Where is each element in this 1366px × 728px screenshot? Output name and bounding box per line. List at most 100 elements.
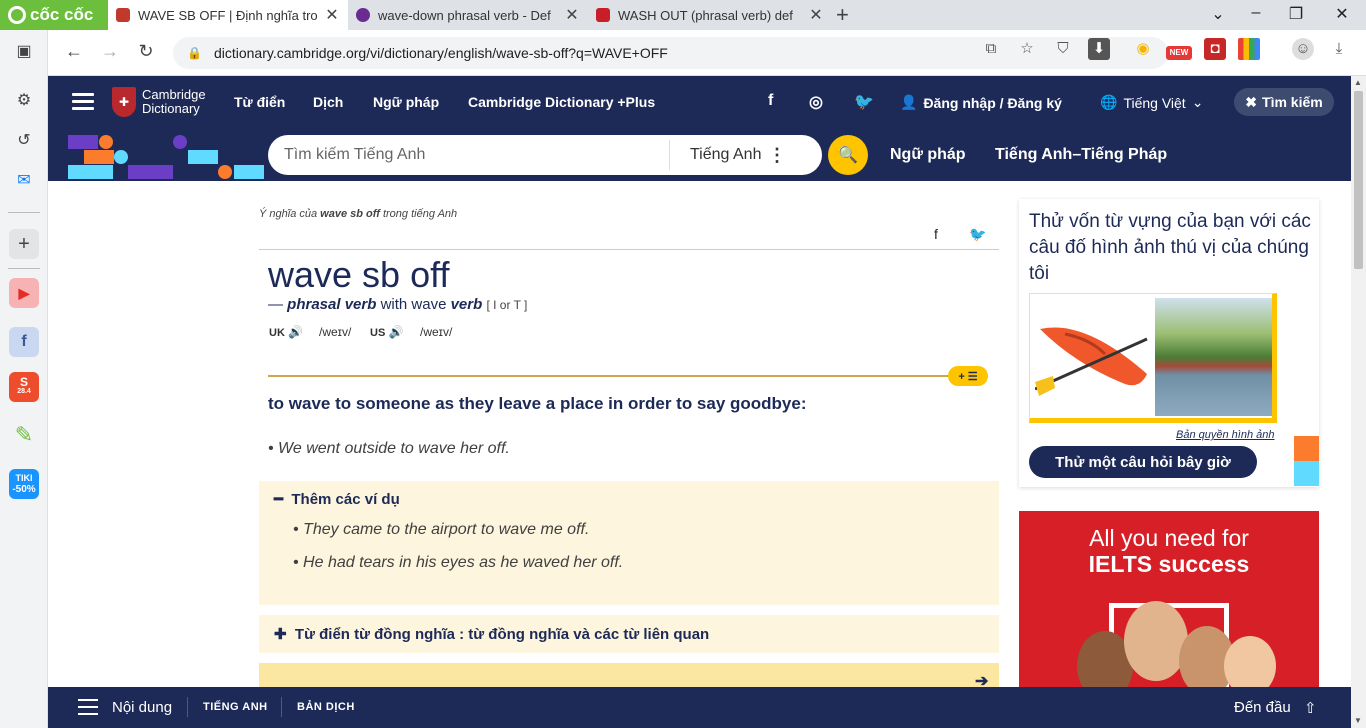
close-tab-icon[interactable]: ✕ [564,5,580,25]
maximize-icon[interactable]: ❐ [1286,4,1306,24]
page-scrollbar[interactable]: ▲ ▼ [1351,76,1366,728]
coccoc-dictionary-icon[interactable]: ✎ [9,420,39,450]
next-section-box[interactable] [259,663,999,687]
quiz-text: Thử vốn từ vựng của bạn với các câu đố h… [1029,211,1311,284]
facebook-icon[interactable]: f [768,92,773,110]
profile-avatar-icon[interactable]: ☺ [1292,38,1314,60]
nav-grammar[interactable]: Ngữ pháp [373,94,439,110]
pos-with: with wave [380,296,447,313]
back-arrow-icon[interactable]: ← [62,41,86,62]
coccoc-brand[interactable]: cốc cốc [0,0,108,30]
close-tab-icon[interactable]: ✕ [808,5,824,25]
red-ext-icon[interactable]: ◘ [1204,38,1226,60]
bottom-nav-bar: Nội dung TIẾNG ANH BẢN DỊCH Đến đầu ⇧ [48,687,1351,728]
cambridge-logo[interactable]: ✚ Cambridge Dictionary [112,87,206,117]
scroll-up-icon[interactable]: ▲ [1354,78,1362,87]
pos-label[interactable]: phrasal verb [287,296,376,313]
close-window-icon[interactable]: ✕ [1332,4,1352,24]
nav-plus[interactable]: Cambridge Dictionary +Plus [468,94,655,110]
language-selector[interactable]: 🌐 Tiếng Việt ⌄ [1100,94,1203,111]
ielts-ad[interactable]: All you need for IELTS success [1019,511,1319,687]
search-toggle-button[interactable]: ✖ Tìm kiếm [1234,88,1334,116]
tab-search-icon[interactable]: ⌄ [1208,4,1228,24]
us-label: US [370,327,386,339]
shopee-icon[interactable]: S 28.4 [9,372,39,402]
tab-wash-out[interactable]: WASH OUT (phrasal verb) def ✕ [588,0,832,30]
search-box: Tiếng Anh ⋮ [268,135,822,175]
chrome-ext-icon[interactable]: ◉ [1132,38,1154,60]
nav-dictionary[interactable]: Từ điển [234,94,285,110]
shield-icon[interactable]: ⛉ [1052,38,1074,60]
messenger-icon[interactable]: ✉ [9,165,39,195]
sidebar-toggle-icon[interactable]: ▣ [9,36,39,66]
close-icon: ✖ [1245,93,1258,110]
arrow-right-icon[interactable]: ➔ [975,671,988,687]
tab-wave-down[interactable]: wave-down phrasal verb - Def ✕ [348,0,588,30]
translation-tab[interactable]: BẢN DỊCH [297,701,355,713]
contents-menu-icon[interactable] [78,699,98,720]
close-tab-icon[interactable]: ✕ [324,5,340,25]
add-app-icon[interactable]: + [9,229,39,259]
search-language-select[interactable]: Tiếng Anh [690,146,768,164]
new-tab-icon[interactable]: + [836,2,849,28]
en-fr-link[interactable]: Tiếng Anh–Tiếng Pháp [995,146,1167,164]
synonyms-title: Từ điển từ đồng nghĩa : từ đồng nghĩa và… [294,626,710,643]
page-content: Ý nghĩa của wave sb off trong tiếng Anh … [48,181,1351,687]
share-twitter-icon[interactable]: 🐦 [969,226,986,243]
tab-wave-sb-off[interactable]: WAVE SB OFF | Định nghĩa trong ✕ [108,0,348,30]
add-to-wordlist-button[interactable]: + ☰ [948,366,988,386]
twitter-icon[interactable]: 🐦 [854,92,874,112]
menu-hamburger-icon[interactable] [72,93,94,114]
logo-line-1: Cambridge [142,87,206,102]
search-input[interactable] [284,146,669,164]
settings-gear-icon[interactable]: ⚙ [9,85,39,115]
youtube-icon[interactable]: ▶ [9,278,39,308]
share-facebook-icon[interactable]: f [934,226,938,242]
grammar-link[interactable]: Ngữ pháp [890,146,966,164]
back-to-top-link[interactable]: Đến đầu [1234,699,1291,716]
downloads-icon[interactable]: ⤓ [1328,38,1350,60]
tab-title: WAVE SB OFF | Định nghĩa trong [138,7,318,23]
image-credit-link[interactable]: Bản quyền hình ảnh [1176,429,1274,441]
arrow-up-circle-icon[interactable]: ⇧ [1304,699,1317,717]
more-options-icon[interactable]: ⋮ [768,145,786,166]
tiki-icon[interactable]: TIKI -50% [9,469,39,499]
contents-link[interactable]: Nội dung [112,699,172,716]
uk-audio-icon[interactable]: 🔊 [288,325,303,339]
scrollbar-thumb[interactable] [1354,91,1363,269]
sidebar-divider [8,268,40,269]
more-examples-title: Thêm các ví dụ [291,491,400,508]
tiki-label: TIKI [15,473,33,483]
quiz-promo: Thử vốn từ vựng của bạn với các câu đố h… [1019,199,1319,487]
minimize-icon[interactable]: – [1246,4,1266,22]
search-icon: 🔍 [838,147,858,164]
more-examples-toggle[interactable]: ━ Thêm các ví dụ [274,490,400,508]
translate-icon[interactable]: ⧉ [980,38,1002,60]
us-audio-icon[interactable]: 🔊 [389,325,404,339]
nav-translate[interactable]: Dịch [313,94,343,110]
quiz-image-frame[interactable] [1029,293,1277,423]
browser-tab-bar: cốc cốc WAVE SB OFF | Định nghĩa trong ✕… [0,0,1366,30]
new-badge-icon[interactable]: NEW [1166,46,1192,60]
search-submit-button[interactable]: 🔍 [828,135,868,175]
login-link[interactable]: 👤 Đăng nhập / Đăng ký [900,94,1062,111]
us-ipa: /weɪv/ [420,325,453,339]
try-quiz-button[interactable]: Thử một câu hỏi bây giờ [1029,446,1257,478]
facebook-icon[interactable]: f [9,327,39,357]
decorative-dot [218,165,232,179]
scroll-down-icon[interactable]: ▼ [1354,716,1362,725]
english-tab[interactable]: TIẾNG ANH [203,701,268,713]
breadcrumb-word: wave sb off [320,208,380,220]
instagram-icon[interactable]: ◎ [809,92,823,112]
download-page-icon[interactable]: ⬇ [1088,38,1110,60]
grammar-code[interactable]: [ I or T ] [486,298,527,312]
forward-arrow-icon[interactable]: → [98,41,122,62]
part-of-speech: — phrasal verb with wave verb [ I or T ] [268,296,527,313]
pos-verb[interactable]: verb [451,296,483,313]
synonyms-toggle[interactable]: ✚ Từ điển từ đồng nghĩa : từ đồng nghĩa … [274,625,709,643]
address-bar-row: ← → ↻ 🔒 dictionary.cambridge.org/vi/dict… [48,30,1366,76]
history-icon[interactable]: ↺ [9,125,39,155]
bookmark-star-icon[interactable]: ☆ [1016,38,1038,60]
reload-icon[interactable]: ↻ [134,41,158,62]
color-ext-icon[interactable] [1238,38,1260,60]
